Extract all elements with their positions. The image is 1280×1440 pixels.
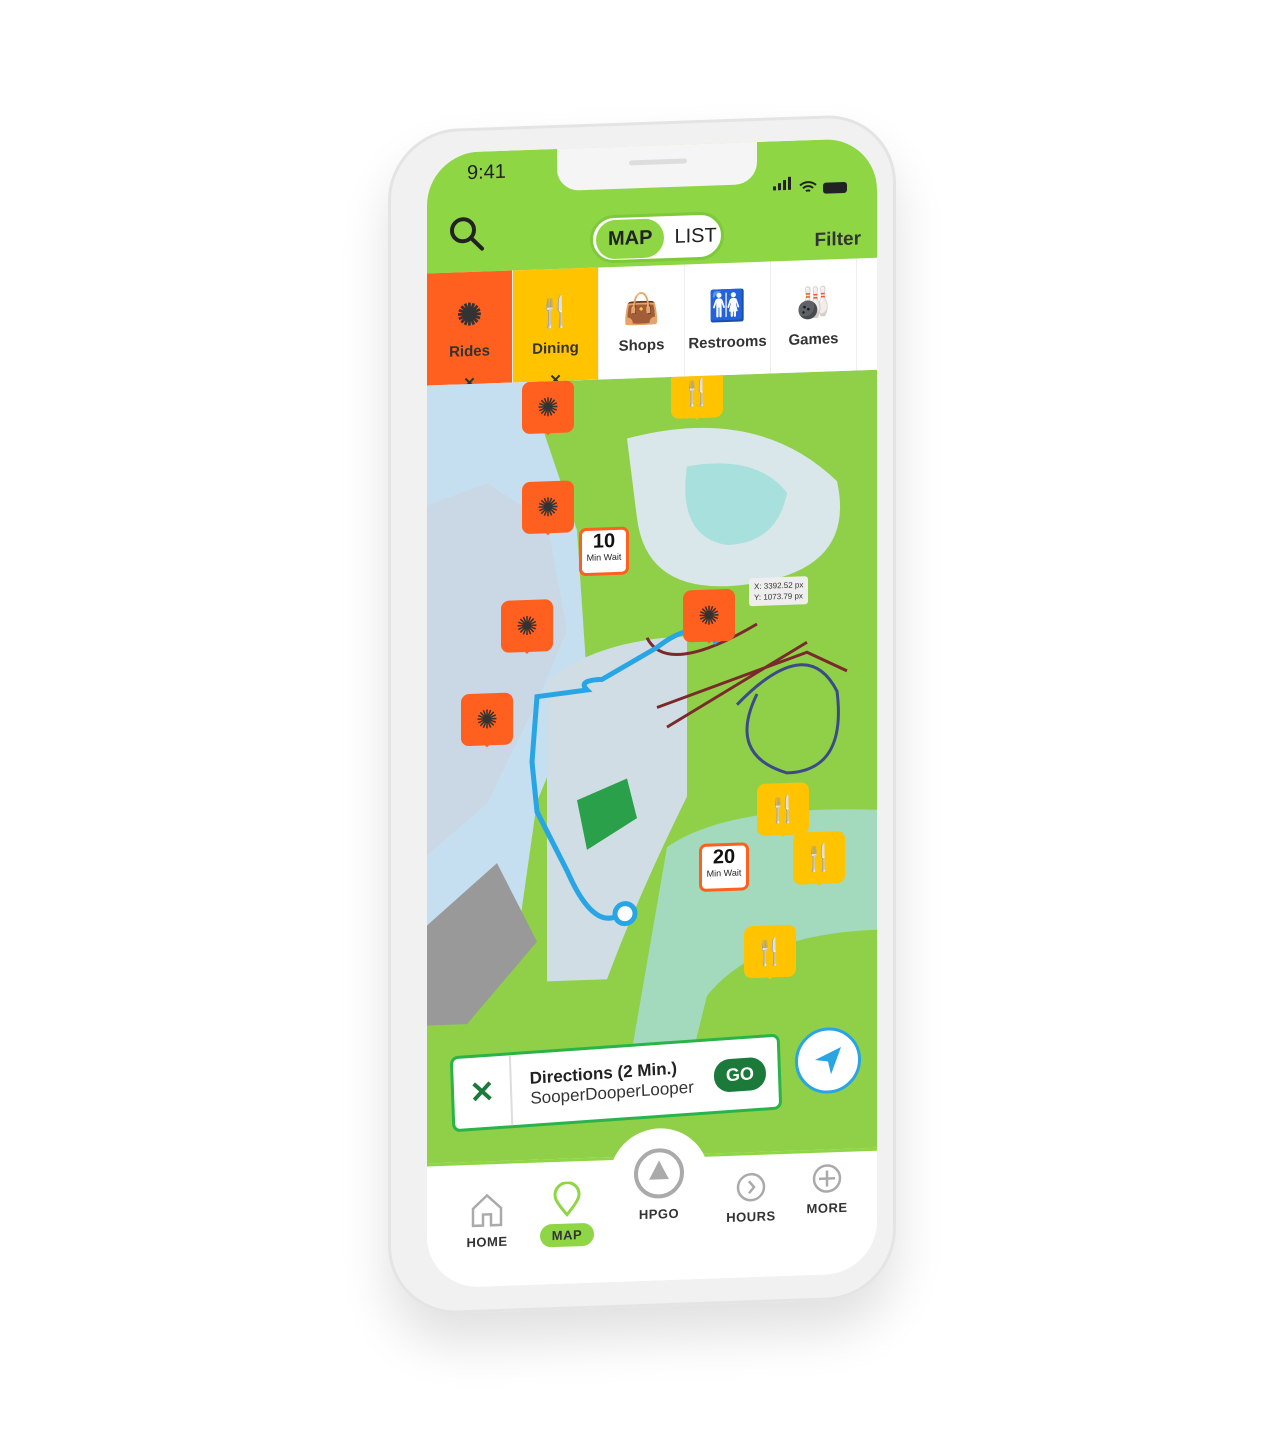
games-icon: 🎳	[794, 285, 833, 321]
dining-marker[interactable]: 🍴	[671, 369, 723, 419]
phone-frame: 9:41 MAP LIST Filter ✺Rides✕ 🍴Dining✕ 👜S…	[388, 113, 896, 1316]
ride-marker[interactable]: ✺	[461, 692, 513, 747]
wait-time-badge[interactable]: 10 Min Wait	[579, 526, 629, 577]
shopping-bag-icon: 👜	[622, 291, 661, 327]
ferris-wheel-icon: ✺	[456, 298, 483, 332]
close-directions-button[interactable]: ✕	[452, 1055, 514, 1130]
dining-marker[interactable]: 🍴	[744, 924, 796, 979]
category-shops[interactable]: 👜 Shops	[599, 264, 685, 380]
map-view-tab[interactable]: MAP	[596, 217, 665, 260]
navigation-arrow-icon	[815, 1047, 841, 1075]
nav-hpgo[interactable]: HPGO	[619, 1145, 699, 1223]
filter-button[interactable]: Filter	[815, 228, 861, 252]
category-dining[interactable]: 🍴Dining✕	[513, 267, 599, 394]
bottom-nav: HOME MAP HPGO HOURS MORE	[427, 1126, 877, 1289]
category-games[interactable]: 🎳 Games	[771, 258, 857, 374]
list-view-tab[interactable]: LIST	[664, 216, 726, 257]
search-icon[interactable]	[447, 213, 487, 254]
clock-icon	[736, 1172, 766, 1202]
battery-icon	[823, 181, 847, 194]
wait-time-badge[interactable]: 20 Min Wait	[699, 842, 749, 893]
fork-spoon-icon: 🍴	[536, 294, 575, 330]
coordinate-readout: X: 3392.52 px Y: 1073.79 px	[749, 576, 809, 607]
notch	[557, 139, 757, 191]
category-bar: ✺Rides✕ 🍴Dining✕ 👜Shops 🚻Restrooms 🎳Game…	[427, 257, 877, 397]
map-pin-icon	[553, 1181, 581, 1217]
nav-home[interactable]: HOME	[447, 1191, 527, 1251]
category-restrooms[interactable]: 🚻 Restrooms	[685, 261, 771, 377]
wifi-icon	[799, 181, 817, 193]
ride-marker[interactable]: ✺	[501, 599, 553, 653]
ride-marker[interactable]: ✺	[683, 588, 735, 643]
app-screen: 9:41 MAP LIST Filter ✺Rides✕ 🍴Dining✕ 👜S…	[427, 137, 877, 1289]
map-list-toggle[interactable]: MAP LIST	[590, 211, 724, 264]
status-icons	[773, 175, 847, 196]
plus-circle-icon	[812, 1164, 842, 1193]
restroom-icon: 🚻	[708, 288, 747, 324]
home-icon	[471, 1193, 503, 1228]
signal-icon	[773, 176, 793, 196]
nav-more[interactable]: MORE	[787, 1161, 867, 1217]
category-rides[interactable]: ✺Rides✕	[427, 270, 513, 397]
ride-marker[interactable]: ✺	[522, 380, 574, 435]
ride-marker[interactable]: ✺	[522, 480, 574, 535]
nav-map[interactable]: MAP	[527, 1180, 607, 1248]
current-location-dot	[612, 901, 638, 927]
nav-hours[interactable]: HOURS	[711, 1170, 791, 1226]
dining-marker[interactable]: 🍴	[757, 782, 809, 836]
dining-marker[interactable]: 🍴	[793, 830, 845, 885]
status-time: 9:41	[467, 160, 506, 185]
go-button[interactable]: GO	[713, 1055, 767, 1093]
hpgo-icon	[634, 1148, 684, 1199]
